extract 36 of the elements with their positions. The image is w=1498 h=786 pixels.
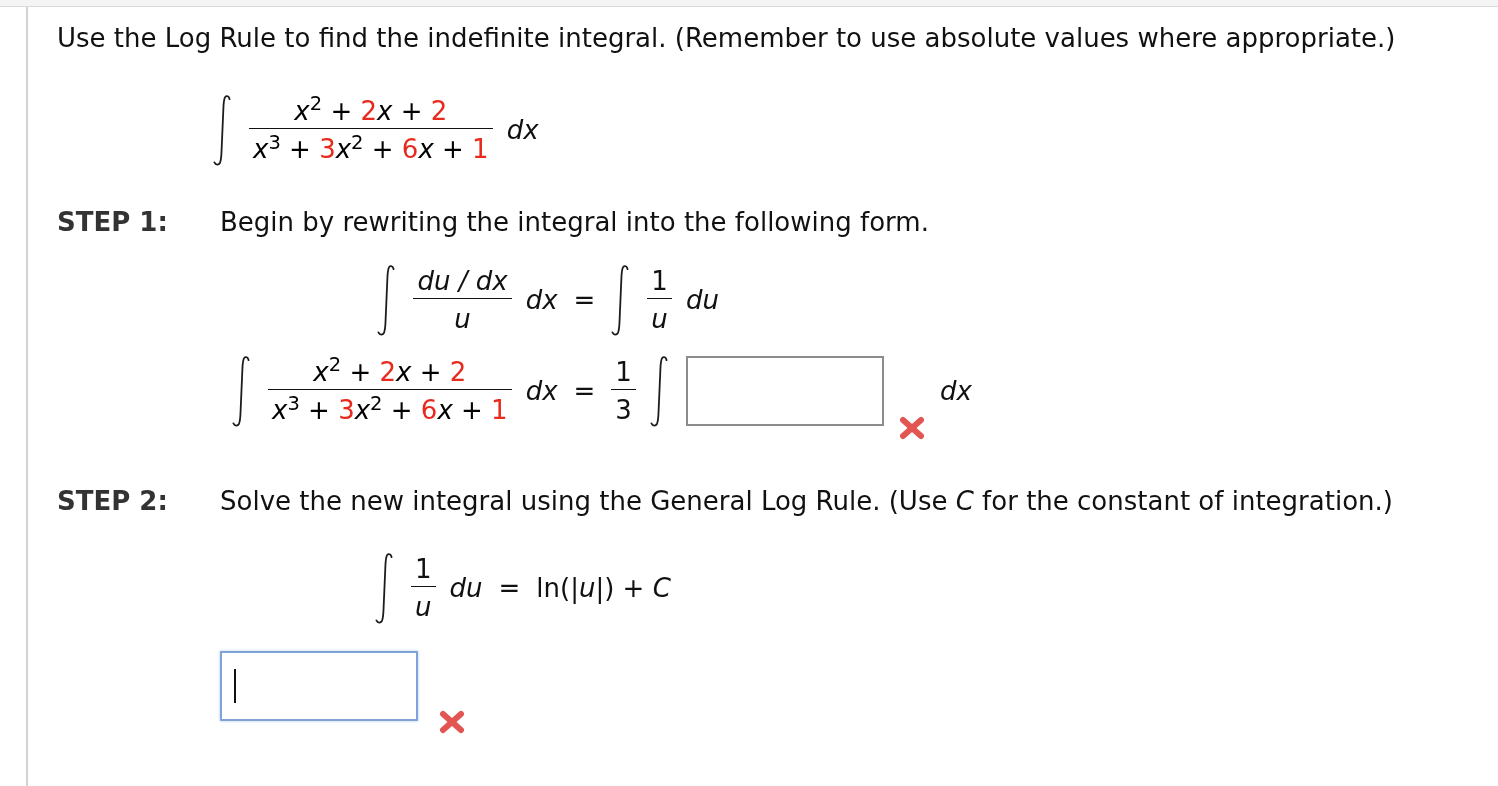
math-text: dx xyxy=(939,375,972,407)
step-prompt: Solve the new integral using the General Log Rule. (Use C for the constant of integration.) xyxy=(220,485,1393,517)
fraction-denominator: x$^{3}$ + 3x$^{2}$ + 6x + 1 xyxy=(251,129,490,166)
fraction-numerator: 1 xyxy=(614,355,633,389)
math-text: ln(|u|) + C xyxy=(536,572,671,604)
equals-sign: = xyxy=(573,284,596,316)
integral-sign-icon xyxy=(649,355,668,427)
fraction-numerator: x$^{2}$ + 2x + 2 xyxy=(312,355,468,389)
answer-field[interactable] xyxy=(220,651,418,721)
integral-sign-icon xyxy=(213,94,231,166)
fraction-numerator: 1 xyxy=(414,552,433,586)
step-prompt: Begin by rewriting the integral into the following form. xyxy=(220,206,929,238)
step-label: STEP 1: xyxy=(57,206,169,238)
math-text: dx xyxy=(525,284,558,316)
math-text: dx xyxy=(525,375,558,407)
answer-field[interactable] xyxy=(685,356,884,426)
instruction-text: Use the Log Rule to find the indefinite integral. (Remember to use absolute values where appropriate.) xyxy=(57,22,1396,54)
integral-sign-icon xyxy=(375,552,393,624)
equals-sign: = xyxy=(498,572,521,604)
text-cursor-icon xyxy=(234,669,236,703)
math-text: dx xyxy=(506,114,539,146)
fraction-denominator: u xyxy=(650,303,669,336)
step-label: STEP 2: xyxy=(57,485,169,517)
fraction-numerator: 1 xyxy=(650,264,669,298)
fraction-denominator: 3 xyxy=(614,394,633,427)
math-text: du xyxy=(449,572,483,604)
fraction-denominator: x$^{3}$ + 3x$^{2}$ + 6x + 1 xyxy=(270,390,509,427)
integral-sign-icon xyxy=(232,355,250,427)
fraction-numerator: du / dx xyxy=(416,264,509,298)
math-text: du xyxy=(685,284,719,316)
fraction-numerator: x$^{2}$ + 2x + 2 xyxy=(293,94,449,128)
integral-sign-icon xyxy=(377,264,396,336)
equals-sign: = xyxy=(573,375,596,407)
integral-sign-icon xyxy=(611,264,630,336)
fraction-denominator: u xyxy=(414,591,433,624)
fraction-denominator: u xyxy=(453,303,472,336)
